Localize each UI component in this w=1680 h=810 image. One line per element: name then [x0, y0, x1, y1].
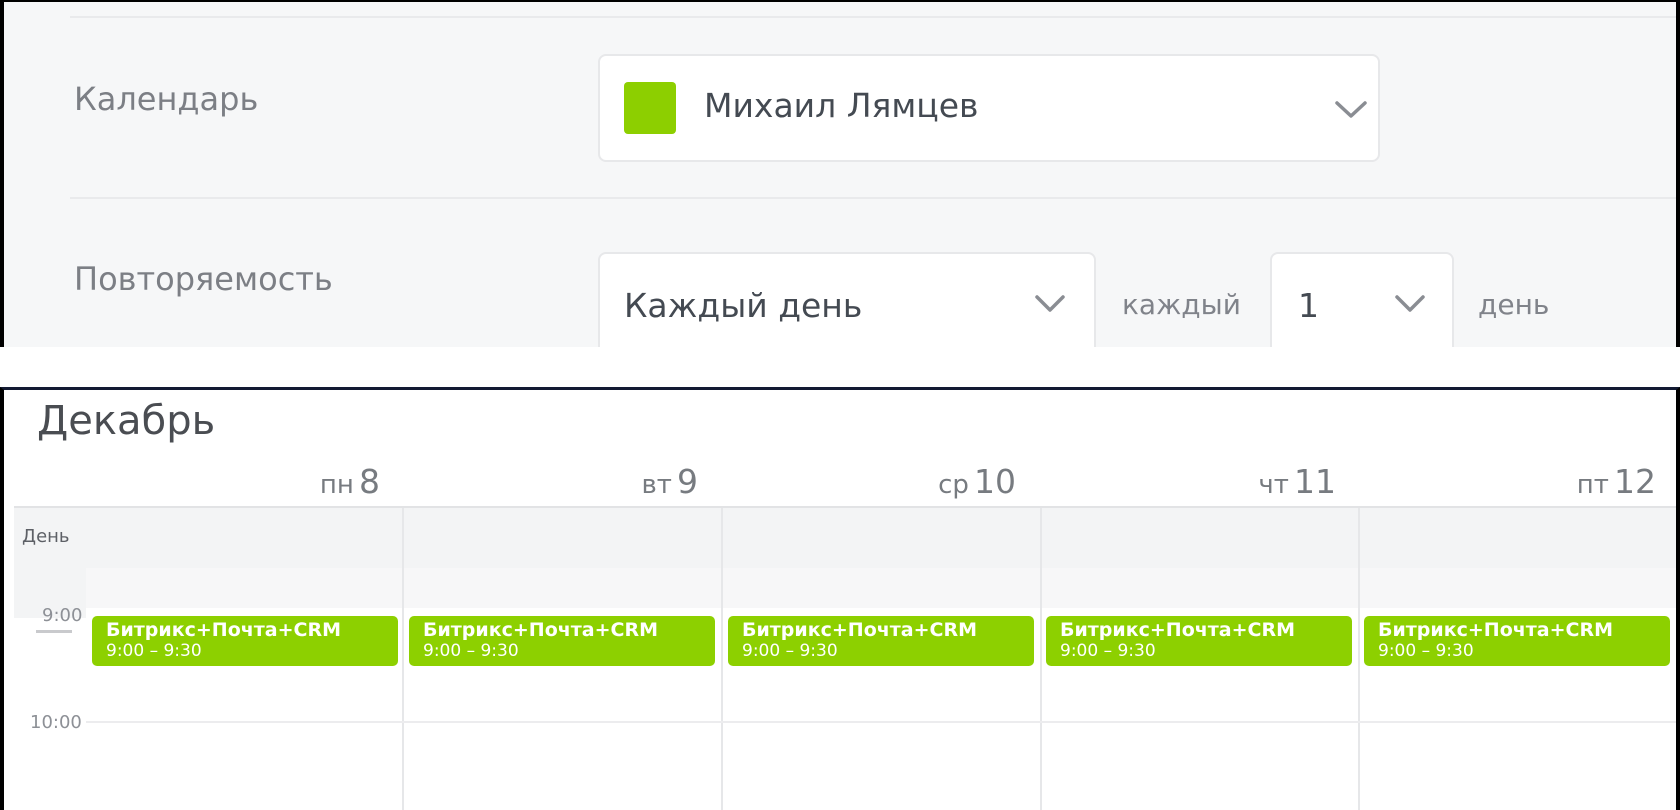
time-label: 9:00 — [42, 605, 83, 626]
day-header-thu[interactable]: чт 11 — [1036, 462, 1336, 501]
repeat-every-label: каждый — [1122, 288, 1241, 321]
calendar-event[interactable]: Битрикс+Почта+CRM 9:00 – 9:30 — [409, 616, 715, 666]
time-label: 10:00 — [30, 712, 82, 733]
allday-label: День — [22, 526, 70, 547]
repeat-label: Повторяемость — [74, 260, 333, 298]
day-of-week: пн — [319, 470, 354, 500]
calendar-event[interactable]: Битрикс+Почта+CRM 9:00 – 9:30 — [92, 616, 398, 666]
divider — [70, 197, 1676, 199]
calendar-event[interactable]: Битрикс+Почта+CRM 9:00 – 9:30 — [1046, 616, 1352, 666]
event-title: Битрикс+Почта+CRM — [1378, 619, 1614, 641]
calendar-event[interactable]: Битрикс+Почта+CRM 9:00 – 9:30 — [1364, 616, 1670, 666]
day-of-month: 9 — [677, 462, 698, 501]
repeat-interval-value: 1 — [1298, 286, 1319, 325]
allday-divider-band — [86, 568, 1676, 608]
allday-row[interactable] — [86, 508, 1676, 568]
day-header-mon[interactable]: пн 8 — [80, 462, 380, 501]
hour-gridline — [86, 721, 1676, 723]
day-of-month: 11 — [1294, 462, 1336, 501]
event-time: 9:00 – 9:30 — [423, 641, 519, 661]
day-column-divider — [1358, 508, 1360, 810]
day-header-wed[interactable]: ср 10 — [716, 462, 1016, 501]
day-of-week: пт — [1576, 470, 1609, 500]
week-calendar: Декабрь пн 8 вт 9 ср 10 чт 11 пт 12 День… — [0, 387, 1680, 810]
repeat-interval-select[interactable]: 1 — [1270, 252, 1454, 347]
event-title: Битрикс+Почта+CRM — [742, 619, 978, 641]
month-title: Декабрь — [37, 398, 216, 444]
repeat-frequency-select[interactable]: Каждый день — [598, 252, 1096, 347]
event-time: 9:00 – 9:30 — [106, 641, 202, 661]
event-form-panel: Календарь Михаил Лямцев Повторяемость Ка… — [0, 0, 1680, 347]
day-column-divider — [402, 508, 404, 810]
repeat-frequency-value: Каждый день — [624, 286, 863, 325]
calendar-select-value: Михаил Лямцев — [704, 86, 979, 125]
chevron-down-icon — [1035, 295, 1065, 312]
chevron-down-icon — [1335, 101, 1367, 118]
day-of-month: 8 — [359, 462, 380, 501]
day-header-fri[interactable]: пт 12 — [1356, 462, 1656, 501]
calendar-select[interactable]: Михаил Лямцев — [598, 54, 1380, 162]
calendar-label: Календарь — [74, 80, 259, 118]
calendar-event[interactable]: Битрикс+Почта+CRM 9:00 – 9:30 — [728, 616, 1034, 666]
event-time: 9:00 – 9:30 — [1378, 641, 1474, 661]
calendar-color-swatch — [624, 82, 676, 134]
event-title: Битрикс+Почта+CRM — [106, 619, 342, 641]
event-time: 9:00 – 9:30 — [742, 641, 838, 661]
current-time-tick — [36, 630, 72, 633]
chevron-down-icon — [1395, 295, 1425, 312]
day-header-tue[interactable]: вт 9 — [398, 462, 698, 501]
day-of-week: ср — [938, 470, 969, 500]
separator — [0, 347, 1680, 387]
day-of-month: 12 — [1614, 462, 1656, 501]
day-of-week: чт — [1258, 470, 1289, 500]
day-column-divider — [721, 508, 723, 810]
repeat-unit-label: день — [1478, 288, 1550, 321]
day-of-week: вт — [641, 470, 672, 500]
event-title: Битрикс+Почта+CRM — [423, 619, 659, 641]
day-of-month: 10 — [974, 462, 1016, 501]
event-time: 9:00 – 9:30 — [1060, 641, 1156, 661]
divider — [70, 16, 1676, 18]
day-column-divider — [1040, 508, 1042, 810]
event-title: Битрикс+Почта+CRM — [1060, 619, 1296, 641]
